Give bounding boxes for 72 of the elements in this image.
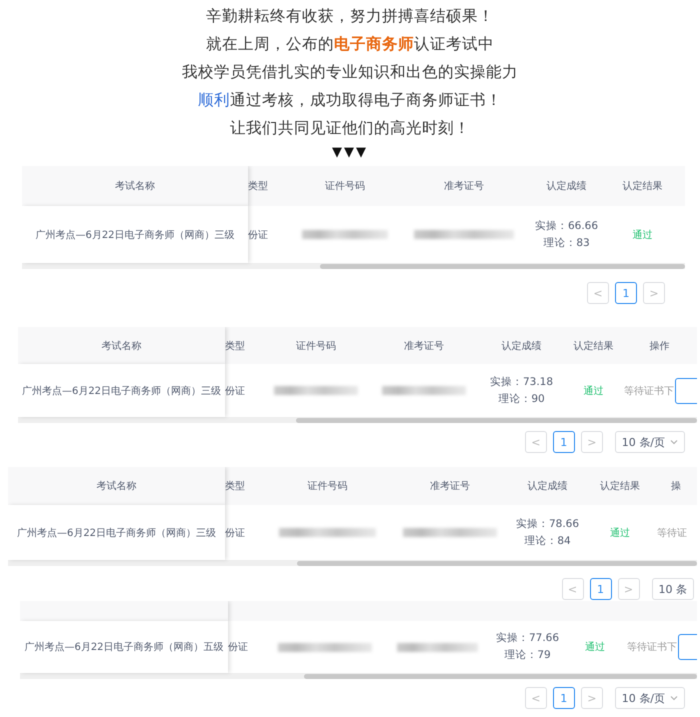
status-text: 通过 [584, 384, 604, 398]
page-button[interactable]: 1 [552, 687, 575, 709]
scrollbar[interactable] [22, 264, 685, 269]
prev-page-button[interactable]: < [587, 282, 609, 304]
column-header: 类型 [225, 480, 245, 493]
column-header: 操作 [650, 340, 670, 352]
column-header: 认定结果 [622, 180, 662, 193]
score-text: 实操：77.66 [496, 631, 560, 646]
table-cell-text: 份证 [248, 228, 268, 242]
headline-line: 让我们共同见证他们的高光时刻！ [229, 118, 471, 139]
prev-page-button[interactable]: < [562, 578, 584, 600]
scrollbar[interactable] [18, 418, 697, 423]
page-button[interactable]: 1 [552, 431, 575, 453]
column-header: 准考证号 [404, 340, 444, 352]
headline-line: 就在上周，公布的电子商务师认证考试中 [205, 34, 495, 55]
status-text: 等待证书下 [627, 640, 677, 654]
score-text: 理论：84 [524, 534, 571, 548]
column-header: 操 [671, 480, 681, 493]
column-header: 证件号码 [308, 480, 348, 493]
column-header: 认定结果 [600, 480, 640, 493]
column-header: 认定成绩 [546, 180, 586, 193]
column-header: 认定成绩 [502, 340, 542, 352]
table-cell-text: 广州考点—6月22日电子商务师（网商）三级 [16, 526, 216, 540]
next-page-button[interactable]: > [580, 431, 603, 453]
caret-icon [670, 694, 678, 702]
status-text: 等待证 [657, 526, 687, 540]
page-button[interactable]: 1 [615, 282, 637, 304]
column-header: 考试名称 [96, 480, 136, 493]
prev-page-button[interactable]: < [524, 687, 547, 709]
status-text: 等待证书下 [624, 384, 674, 398]
column-header: 准考证号 [444, 180, 484, 193]
next-page-button[interactable]: > [643, 282, 665, 304]
contact-button[interactable] [675, 378, 697, 404]
headline-line: 我校学员凭借扎实的专业知识和出色的实操能力 [181, 62, 519, 83]
headline-line: 辛勤耕耘终有收获，努力拼搏喜结硕果！ [205, 6, 495, 27]
status-text: 通过 [585, 640, 605, 654]
column-header: 准考证号 [430, 480, 470, 493]
table-cell-text: 份证 [225, 526, 245, 540]
page-size-select[interactable]: 10 条 [652, 578, 694, 600]
page-size-select[interactable]: 10 条/页 [614, 431, 685, 453]
status-text: 通过 [610, 526, 630, 540]
scrollbar[interactable] [20, 674, 697, 679]
score-text: 理论：90 [498, 392, 545, 406]
column-header: 证件号码 [296, 340, 336, 352]
status-text: 通过 [632, 228, 652, 242]
headline-line: 顺利通过考核，成功取得电子商务师证书！ [197, 90, 503, 111]
score-text: 实操：66.66 [534, 218, 598, 234]
next-page-button[interactable]: > [580, 687, 603, 709]
prev-page-button[interactable]: < [524, 431, 547, 453]
score-text: 理论：79 [504, 648, 551, 663]
table-cell-text: 广州考点—6月22日电子商务师（网商）三级 [22, 384, 222, 398]
score-text: 实操：78.66 [516, 516, 580, 532]
column-header: 类型 [248, 180, 268, 193]
column-header: 认定成绩 [528, 480, 568, 493]
caret-icon [670, 438, 678, 446]
table-cell-text: 份证 [228, 641, 248, 654]
scrollbar[interactable] [8, 561, 697, 566]
column-header: 类型 [225, 340, 245, 352]
score-text: 理论：83 [543, 236, 590, 250]
next-page-button[interactable]: > [618, 578, 640, 600]
table-cell-text: 广州考点—6月22日电子商务师（网商）三级 [35, 228, 235, 242]
column-header: 证件号码 [325, 180, 365, 193]
contact-button[interactable] [678, 634, 697, 660]
table-cell-text: 份证 [225, 384, 245, 398]
down-arrows: ▼▼▼ [331, 144, 369, 162]
column-header: 考试名称 [102, 340, 142, 352]
column-header: 认定结果 [574, 340, 614, 352]
score-text: 实操：73.18 [490, 374, 554, 390]
page-button[interactable]: 1 [590, 578, 612, 600]
page-size-select[interactable]: 10 条/页 [614, 687, 685, 709]
table-cell-text: 广州考点—6月22日电子商务师（网商）五级 [24, 640, 224, 654]
column-header: 考试名称 [115, 180, 155, 193]
